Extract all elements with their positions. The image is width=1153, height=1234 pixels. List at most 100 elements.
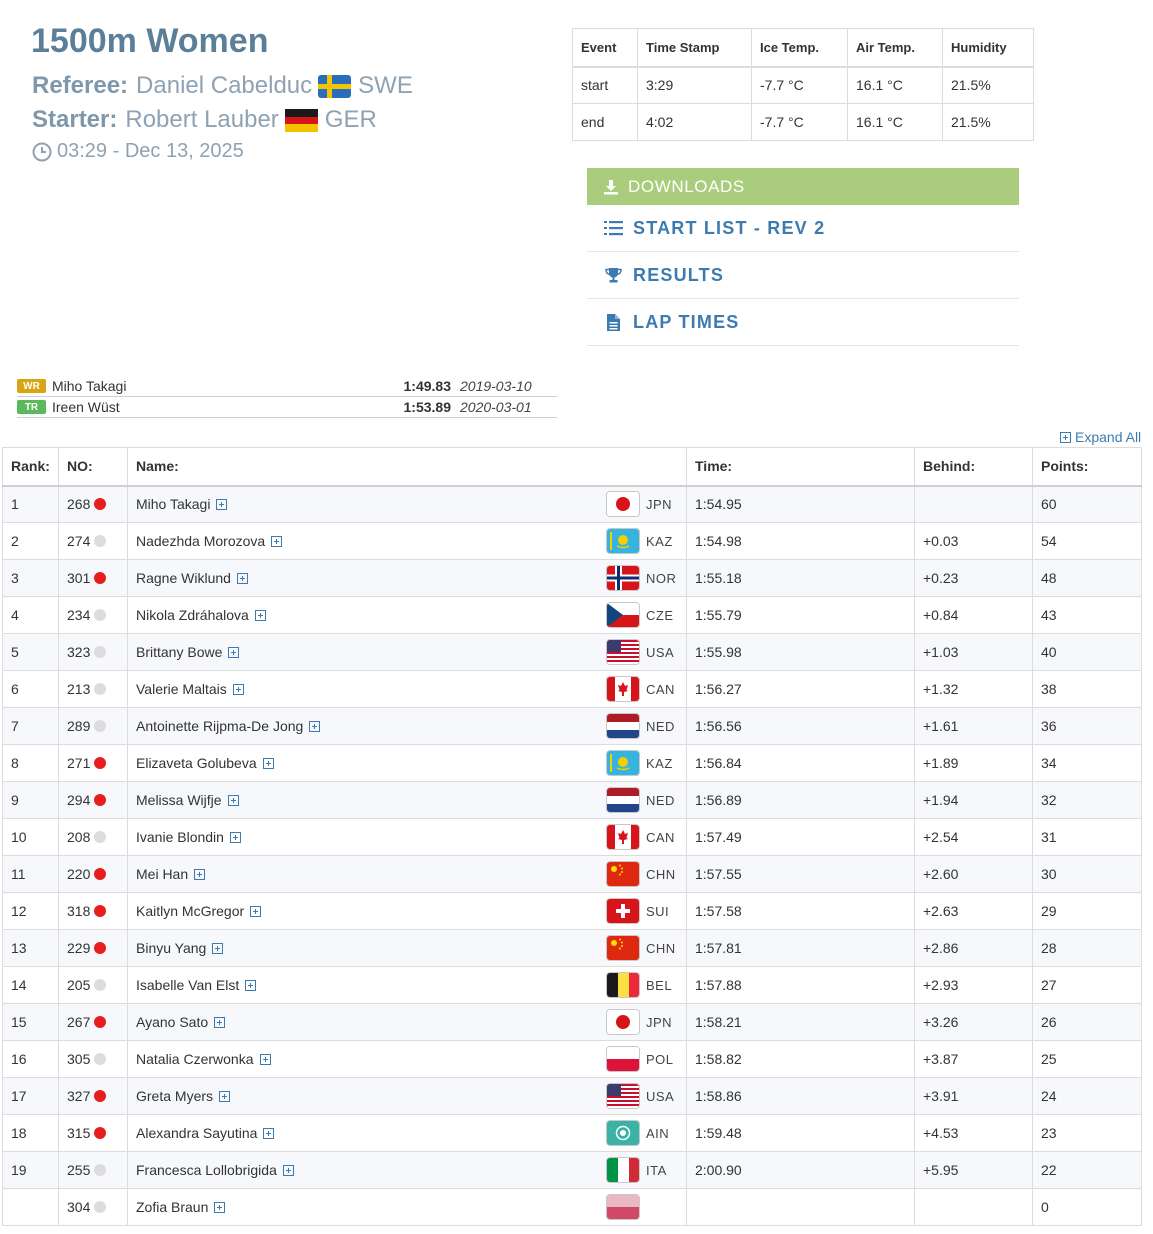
- name-cell: Nadezhda Morozova KAZ: [127, 522, 687, 560]
- time-cell: 1:58.86: [686, 1077, 915, 1115]
- ned-flag-icon: [607, 788, 639, 812]
- rank-cell: 8: [2, 744, 59, 782]
- name-cell-content: Ayano Sato JPN: [136, 1010, 678, 1034]
- points-cell: 23: [1032, 1114, 1142, 1152]
- rank-cell: 11: [2, 855, 59, 893]
- grey-dot-icon: [94, 683, 107, 695]
- country-code: JPN: [646, 496, 673, 512]
- expand-row-icon[interactable]: [214, 1017, 226, 1028]
- behind-cell: +1.89: [914, 744, 1033, 782]
- table-row: 12 318 Kaitlyn McGregor SUI 1:57.58 +2.63 29: [2, 892, 1142, 930]
- red-dot-icon: [94, 942, 107, 954]
- red-dot-icon: [94, 1016, 107, 1028]
- behind-cell: +1.32: [914, 670, 1033, 708]
- expand-row-icon[interactable]: [271, 536, 283, 547]
- conditions-header: Ice Temp.: [751, 28, 848, 68]
- athlete: Nikola Zdráhalova: [136, 607, 266, 623]
- expand-all-link[interactable]: Expand All: [1060, 429, 1141, 445]
- expand-row-icon[interactable]: [227, 795, 239, 806]
- download-lap-times-link[interactable]: LAP TIMES: [587, 299, 1019, 346]
- athlete-name: Mei Han: [136, 866, 189, 882]
- expand-row-icon[interactable]: [309, 721, 321, 732]
- nation: JPN: [607, 492, 678, 517]
- starter-name: Robert Lauber: [125, 106, 279, 133]
- name-cell: Antoinette Rijpma-De Jong NED: [127, 707, 687, 745]
- record-holder: Ireen Wüst: [52, 399, 120, 415]
- bib-number: 304: [67, 1199, 91, 1215]
- record-time: 1:49.83: [403, 378, 451, 394]
- time-cell: [686, 1188, 915, 1226]
- bib-cell: 301: [58, 559, 128, 597]
- table-row: 15 267 Ayano Sato JPN 1:58.21 +3.26 26: [2, 1003, 1142, 1041]
- time-cell: 1:56.84: [686, 744, 915, 782]
- expand-row-icon[interactable]: [282, 1165, 294, 1176]
- grey-dot-icon: [94, 720, 107, 732]
- expand-row-icon[interactable]: [219, 1091, 231, 1102]
- track-record-row: TR Ireen Wüst 1:53.89 2020-03-01: [17, 397, 557, 418]
- conditions-header: Time Stamp: [637, 28, 752, 68]
- expand-row-icon[interactable]: [259, 1054, 271, 1065]
- downloads-header-label: DOWNLOADS: [628, 176, 745, 196]
- behind-cell: [914, 485, 1033, 523]
- name-cell-content: Mei Han CHN: [136, 862, 678, 886]
- bib-number: 323: [67, 644, 91, 660]
- expand-row-icon[interactable]: [212, 943, 224, 954]
- athlete-name: Ivanie Blondin: [136, 829, 224, 845]
- expand-row-icon[interactable]: [250, 906, 262, 917]
- athlete-name: Ragne Wiklund: [136, 570, 231, 586]
- download-results-link[interactable]: RESULTS: [587, 252, 1019, 299]
- points-cell: 28: [1032, 929, 1142, 967]
- expand-row-icon[interactable]: [216, 499, 228, 511]
- country-code: NOR: [646, 570, 677, 586]
- athlete-name: Greta Myers: [136, 1088, 214, 1104]
- bib-cell: 323: [58, 633, 128, 671]
- bib-number: 220: [67, 866, 91, 882]
- name-cell: Zofia Braun: [127, 1188, 687, 1226]
- athlete-name: Isabelle Van Elst: [136, 977, 240, 993]
- grey-dot-icon: [94, 1201, 107, 1213]
- expand-row-icon[interactable]: [245, 980, 257, 991]
- red-dot-icon: [94, 1090, 107, 1102]
- referee-name: Daniel Cabelduc: [136, 72, 313, 99]
- time-cell: 1:55.18: [686, 559, 915, 597]
- red-dot-icon: [94, 572, 107, 584]
- jpn-flag-icon: [607, 1010, 639, 1034]
- expand-row-icon[interactable]: [254, 610, 266, 621]
- points-cell: 26: [1032, 1003, 1142, 1041]
- athlete-name: Melissa Wijfje: [136, 792, 222, 808]
- country-code: ITA: [646, 1162, 667, 1178]
- expand-row-icon[interactable]: [194, 869, 206, 880]
- bib-cell: 220: [58, 855, 128, 893]
- expand-row-icon[interactable]: [263, 1128, 275, 1139]
- kaz-flag-icon: [607, 751, 639, 775]
- download-start-list-link[interactable]: START LIST - REV 2: [587, 205, 1019, 252]
- clock-icon: [32, 142, 52, 161]
- expand-row-icon[interactable]: [236, 573, 248, 584]
- name-cell-content: Nadezhda Morozova KAZ: [136, 529, 678, 553]
- athlete: Francesca Lollobrigida: [136, 1162, 294, 1178]
- country-code: CAN: [646, 681, 675, 697]
- usa-flag-icon: [607, 640, 639, 664]
- nation: [607, 1195, 678, 1219]
- rank-cell: 7: [2, 707, 59, 745]
- referee-line: Referee: Daniel Cabelduc SWE: [32, 72, 413, 100]
- rank-cell: 10: [2, 818, 59, 856]
- athlete-name: Zofia Braun: [136, 1199, 209, 1215]
- conditions-cell: -7.7 °C: [751, 103, 848, 141]
- points-cell: 0: [1032, 1188, 1142, 1226]
- expand-row-icon[interactable]: [232, 684, 244, 695]
- bib-number: 205: [67, 977, 91, 993]
- bib-cell: 234: [58, 596, 128, 634]
- name-cell-content: Nikola Zdráhalova CZE: [136, 603, 678, 627]
- list-icon: [604, 220, 623, 235]
- conditions-header: Humidity: [942, 28, 1034, 68]
- name-cell: Mei Han CHN: [127, 855, 687, 893]
- nation: CAN: [607, 825, 678, 849]
- expand-row-icon[interactable]: [229, 832, 241, 843]
- country-code: CHN: [646, 940, 676, 956]
- expand-row-icon[interactable]: [214, 1202, 226, 1213]
- expand-row-icon[interactable]: [228, 647, 240, 658]
- expand-row-icon[interactable]: [262, 758, 274, 769]
- bib-cell: 294: [58, 781, 128, 819]
- bib-cell: 305: [58, 1040, 128, 1078]
